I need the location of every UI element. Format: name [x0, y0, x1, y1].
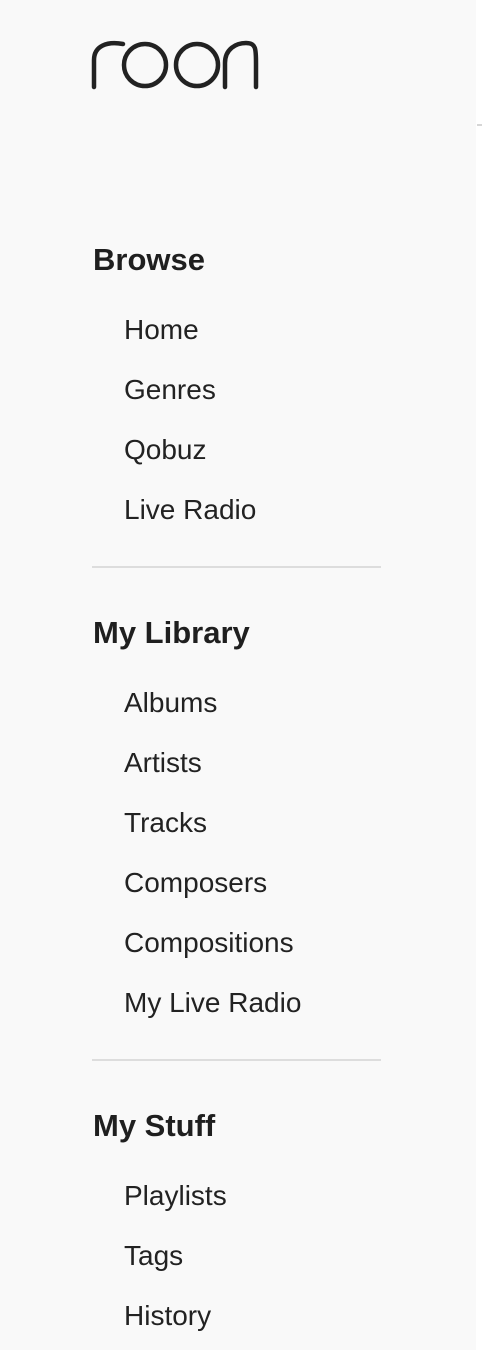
nav-item-tags[interactable]: Tags: [124, 1242, 183, 1270]
header-divider: [477, 124, 482, 126]
nav-item-artists[interactable]: Artists: [124, 749, 202, 777]
nav-item-tracks[interactable]: Tracks: [124, 809, 207, 837]
nav-item-albums[interactable]: Albums: [124, 689, 217, 717]
roon-logo[interactable]: [91, 36, 261, 90]
nav-item-home[interactable]: Home: [124, 316, 199, 344]
main-panel-edge: [476, 0, 482, 1350]
nav-item-compositions[interactable]: Compositions: [124, 929, 294, 957]
nav-item-qobuz[interactable]: Qobuz: [124, 436, 207, 464]
section-title-my-library: My Library: [93, 615, 250, 650]
section-divider: [92, 1059, 381, 1061]
section-title-my-stuff: My Stuff: [93, 1108, 216, 1143]
nav-item-history[interactable]: History: [124, 1302, 211, 1330]
roon-wordmark: [91, 40, 259, 90]
sidebar: Browse Home Genres Qobuz Live Radio My L…: [0, 0, 476, 1350]
nav-item-composers[interactable]: Composers: [124, 869, 267, 897]
nav-item-genres[interactable]: Genres: [124, 376, 216, 404]
section-title-browse: Browse: [93, 242, 205, 277]
nav-item-playlists[interactable]: Playlists: [124, 1182, 227, 1210]
section-divider: [92, 566, 381, 568]
nav-item-live-radio[interactable]: Live Radio: [124, 496, 256, 524]
nav-item-my-live-radio[interactable]: My Live Radio: [124, 989, 301, 1017]
